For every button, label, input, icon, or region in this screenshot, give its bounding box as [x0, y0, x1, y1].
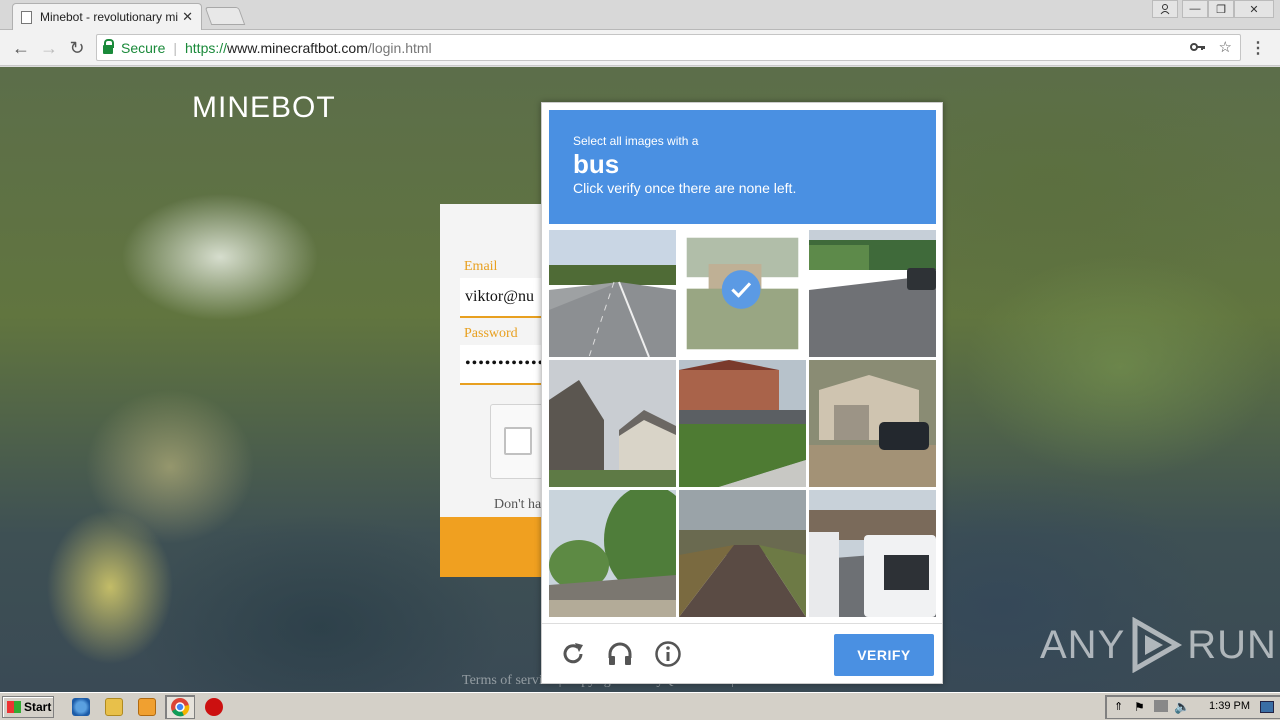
minimize-button[interactable]: — [1182, 0, 1208, 18]
tile-parking-lot[interactable] [679, 360, 806, 487]
address-bar[interactable]: Secure | https:// www.minecraftbot.com /… [96, 34, 1241, 61]
flag-icon[interactable]: ⚑ [1134, 700, 1145, 714]
site-logo: MINEBOT [192, 91, 336, 124]
back-button[interactable]: ← [10, 37, 32, 59]
browser-tab[interactable]: Minebot - revolutionary minecraft ✕ [12, 3, 202, 30]
reload-icon[interactable] [559, 640, 587, 668]
play-logo-icon [1132, 617, 1183, 673]
omnibox-icons: ☆ [1190, 38, 1232, 56]
document-icon [21, 10, 32, 24]
tile-street-car[interactable] [809, 230, 936, 357]
url-path: /login.html [367, 39, 432, 56]
divider: | [173, 39, 177, 56]
taskbar: Start ⇑ ⚑ 🔈 1:39 PM [0, 692, 1280, 720]
star-icon[interactable]: ☆ [1219, 39, 1232, 56]
password-label: Password [464, 326, 518, 341]
tab-strip: Minebot - revolutionary minecraft ✕ — ❐ … [0, 0, 1280, 30]
tile-building-lot[interactable] [686, 237, 799, 350]
network-icon[interactable] [1154, 700, 1168, 712]
url-protocol: https:// [185, 39, 228, 56]
clock: 1:39 PM [1209, 700, 1250, 712]
reload-button[interactable]: ↻ [66, 37, 88, 59]
watermark-left: ANY [1040, 622, 1126, 667]
close-window-button[interactable]: ✕ [1234, 0, 1274, 18]
start-label: Start [24, 700, 52, 714]
restore-button[interactable]: ❐ [1208, 0, 1234, 18]
captcha-footer: VERIFY [542, 623, 942, 684]
browser-toolbar: ← → ↻ Secure | https:// www.minecraftbot… [0, 30, 1280, 66]
volume-icon[interactable]: 🔈 [1174, 699, 1190, 715]
show-desktop-icon[interactable] [1260, 701, 1274, 713]
tile-rural-road[interactable] [679, 490, 806, 617]
opera-icon[interactable] [205, 698, 223, 716]
anyrun-watermark: ANY RUN [1040, 617, 1277, 673]
windows-flag-icon [7, 701, 21, 713]
menu-icon[interactable]: ⋮ [1250, 38, 1266, 58]
ie-icon[interactable] [72, 698, 90, 716]
tab-close-icon[interactable]: ✕ [182, 9, 193, 25]
captcha-challenge: Select all images with a bus Click verif… [541, 102, 943, 684]
watermark-right: RUN [1187, 622, 1277, 667]
captcha-instruction: Select all images with a [573, 134, 699, 148]
captcha-grid [549, 230, 936, 617]
tile-houses[interactable] [549, 360, 676, 487]
recaptcha-checkbox[interactable] [504, 427, 532, 455]
headphones-icon[interactable] [606, 640, 634, 668]
tab-title: Minebot - revolutionary minecraft [40, 10, 179, 24]
forward-button[interactable]: → [38, 37, 60, 59]
check-icon [721, 270, 761, 309]
key-icon[interactable] [1190, 39, 1210, 56]
verify-button[interactable]: VERIFY [834, 634, 934, 676]
signup-text: Don't ha [494, 497, 542, 512]
chrome-icon [171, 698, 190, 717]
email-label: Email [464, 259, 498, 274]
tile-bus-street[interactable] [809, 490, 936, 617]
captcha-header: Select all images with a bus Click verif… [549, 110, 936, 224]
captcha-subtext: Click verify once there are none left. [573, 180, 797, 196]
info-icon[interactable] [654, 640, 682, 668]
secure-label: Secure [121, 39, 166, 56]
start-button[interactable]: Start [2, 696, 54, 718]
tile-highway[interactable] [549, 230, 676, 357]
captcha-target: bus [573, 149, 620, 179]
system-tray: ⇑ ⚑ 🔈 [1105, 695, 1280, 719]
media-player-icon[interactable] [138, 698, 156, 716]
chrome-taskbar-button[interactable] [165, 695, 195, 719]
url-host: www.minecraftbot.com [227, 39, 368, 56]
new-tab-button[interactable] [204, 7, 246, 25]
expand-tray-icon[interactable]: ⇑ [1114, 700, 1123, 713]
user-icon[interactable] [1152, 0, 1178, 18]
tile-house-car[interactable] [809, 360, 936, 487]
tile-trees-road[interactable] [549, 490, 676, 617]
folder-icon[interactable] [105, 698, 123, 716]
lock-icon [103, 39, 114, 54]
